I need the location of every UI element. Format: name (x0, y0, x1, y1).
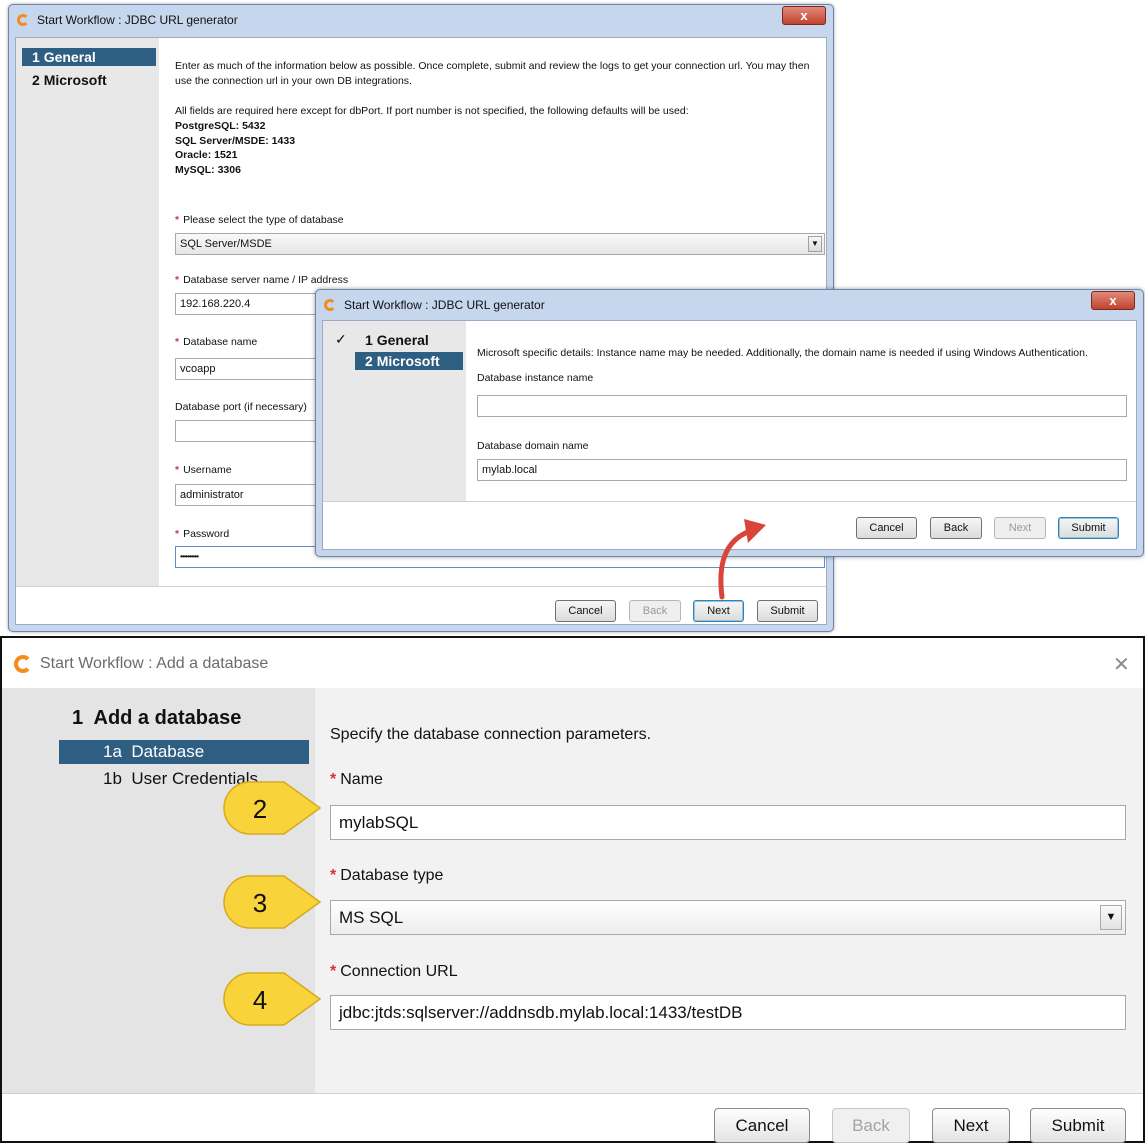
db-type-select[interactable]: SQL Server/MSDE ▼ (175, 233, 825, 255)
callout-number: 2 (253, 794, 267, 824)
callout-number: 4 (253, 985, 267, 1015)
step-microsoft[interactable]: 2 Microsoft (355, 352, 463, 370)
step-number: 2 (32, 72, 40, 88)
form-content: Specify the database connection paramete… (315, 688, 1143, 1093)
dbname-label: * Database name (175, 336, 258, 348)
footer-divider (2, 1093, 1143, 1094)
step-sidebar: ✓ 1 General 2 Microsoft (323, 321, 466, 501)
orchestrator-logo-icon (17, 14, 29, 26)
submit-button[interactable]: Submit (1058, 517, 1119, 539)
step-number: 1 (365, 332, 373, 348)
server-label: * Database server name / IP address (175, 274, 349, 286)
connection-url-input[interactable]: jdbc:jtds:sqlserver://addnsdb.mylab.loca… (330, 995, 1126, 1030)
intro-text: Enter as much of the information below a… (175, 60, 810, 87)
default-postgresql: PostgreSQL: 5432 (175, 120, 266, 132)
next-button[interactable]: Next (932, 1108, 1010, 1143)
back-button[interactable]: Back (930, 517, 982, 539)
step-label: Microsoft (43, 72, 107, 88)
step-database[interactable]: 1a Database (59, 740, 309, 764)
orchestrator-logo-icon (14, 655, 32, 673)
back-button[interactable]: Back (832, 1108, 910, 1143)
orchestrator-logo-icon (324, 299, 336, 311)
port-defaults-list: PostgreSQL: 5432 SQL Server/MSDE: 1433 O… (175, 119, 295, 177)
password-label: * Password (175, 528, 230, 540)
close-button[interactable]: x (1091, 291, 1135, 310)
section-title: 1 Add a database (72, 707, 242, 729)
step-label: General (43, 49, 96, 65)
dropdown-arrow-icon[interactable]: ▼ (808, 236, 822, 252)
step-number: 2 (365, 353, 373, 369)
name-input[interactable]: mylabSQL (330, 805, 1126, 840)
submit-button[interactable]: Submit (757, 600, 818, 622)
title-bar[interactable]: Start Workflow : JDBC URL generator x (316, 290, 1143, 320)
step-number: 1b (103, 769, 122, 788)
back-button[interactable]: Back (629, 600, 681, 622)
callout-4-icon: 4 (223, 972, 322, 1026)
username-label: * Username (175, 464, 232, 476)
instance-label: Database instance name (477, 372, 594, 384)
step-general[interactable]: 1 General (355, 331, 463, 349)
window-title: Start Workflow : Add a database (40, 655, 269, 672)
cancel-button[interactable]: Cancel (555, 600, 616, 622)
dropdown-arrow-icon[interactable]: ▼ (1100, 905, 1122, 930)
defaults-note: All fields are required here except for … (175, 105, 689, 117)
step-microsoft[interactable]: 2 Microsoft (22, 71, 156, 89)
annotation-arrow-icon (718, 519, 766, 600)
step-number: 1 (32, 49, 40, 65)
title-bar[interactable]: Start Workflow : JDBC URL generator x (9, 5, 833, 35)
step-label: Microsoft (376, 353, 440, 369)
instance-input[interactable] (477, 395, 1127, 417)
window-title: Start Workflow : JDBC URL generator (344, 298, 545, 312)
db-type-label: * Please select the type of database (175, 214, 344, 226)
footer-divider (323, 501, 1136, 502)
window-title: Start Workflow : JDBC URL generator (37, 13, 238, 27)
connection-url-label: * Connection URL (330, 963, 458, 980)
close-button[interactable]: x (782, 6, 826, 25)
step-complete-check-icon: ✓ (335, 331, 347, 347)
port-label: Database port (if necessary) (175, 401, 307, 413)
next-button[interactable]: Next (994, 517, 1046, 539)
callout-2-icon: 2 (223, 781, 322, 835)
step-label: General (376, 332, 429, 348)
next-button[interactable]: Next (693, 600, 744, 622)
submit-button[interactable]: Submit (1030, 1108, 1126, 1143)
database-type-label: * Database type (330, 867, 444, 884)
intro-text: Microsoft specific details: Instance nam… (477, 347, 1088, 359)
callout-3-icon: 3 (223, 875, 322, 929)
cancel-button[interactable]: Cancel (714, 1108, 810, 1143)
default-mysql: MySQL: 3306 (175, 163, 241, 176)
database-type-value: MS SQL (339, 908, 404, 927)
database-type-select[interactable]: MS SQL ▼ (330, 900, 1126, 935)
add-database-window: Start Workflow : Add a database ✕ 1 Add … (0, 636, 1145, 1143)
step-sidebar: 1 General 2 Microsoft (16, 38, 159, 586)
default-oracle: Oracle: 1521 (175, 149, 238, 161)
name-label: * Name (330, 771, 383, 788)
step-general[interactable]: 1 General (22, 48, 156, 66)
default-sqlserver: SQL Server/MSDE: 1433 (175, 134, 296, 147)
close-icon[interactable]: ✕ (1113, 652, 1130, 677)
domain-label: Database domain name (477, 440, 589, 452)
domain-input[interactable]: mylab.local (477, 459, 1127, 481)
cancel-button[interactable]: Cancel (856, 517, 917, 539)
intro-text: Specify the database connection paramete… (330, 726, 652, 743)
callout-number: 3 (253, 888, 267, 918)
db-type-value: SQL Server/MSDE (180, 238, 272, 250)
step-label: Database (131, 742, 205, 761)
step-number: 1a (103, 742, 122, 761)
